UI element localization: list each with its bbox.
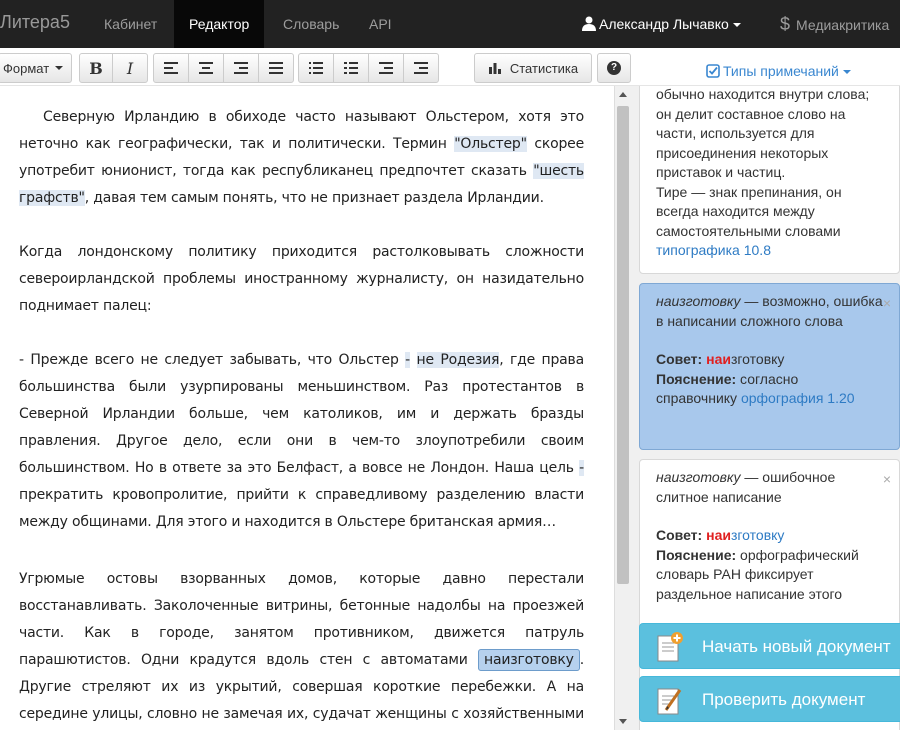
paragraph-3: - Прежде всего не следует забывать, что … xyxy=(19,347,584,536)
p3-text-a: - Прежде всего не следует забывать, что … xyxy=(19,352,406,368)
card1-line-6: Тире — знак препинания, он xyxy=(656,183,842,200)
bullet-list-button[interactable] xyxy=(298,53,334,83)
card3-advice-part-b: и xyxy=(722,527,731,543)
typography-ref-link[interactable]: типографика 10.8 xyxy=(656,242,771,258)
check-document-button[interactable]: Проверить документ xyxy=(639,676,900,722)
outdent-icon xyxy=(379,62,393,74)
card1-line-3: части, используется для xyxy=(656,125,815,141)
user-menu[interactable]: Александр Лычавко xyxy=(582,0,741,48)
align-right-icon xyxy=(234,62,248,74)
nav-editor[interactable]: Редактор xyxy=(174,0,265,48)
help-icon: ? xyxy=(607,61,621,75)
help-button[interactable]: ? xyxy=(597,53,631,83)
highlight-quote-1[interactable]: "Ольстер" xyxy=(454,136,527,152)
indent-button[interactable] xyxy=(403,53,439,83)
document-editor[interactable]: Северную Ирландию в обиходе часто называ… xyxy=(0,86,614,730)
numbered-list-button[interactable] xyxy=(333,53,369,83)
align-left-icon xyxy=(164,62,178,74)
card3-advice-part-c: зготовку xyxy=(730,527,785,543)
chevron-down-icon xyxy=(55,66,64,70)
bold-button[interactable]: B xyxy=(79,53,113,83)
scroll-up-arrow-icon[interactable] xyxy=(619,92,627,97)
card3-advice-part-a: на xyxy=(706,527,723,543)
user-name: Александр Лычавко xyxy=(599,16,729,32)
new-document-button[interactable]: Начать новый документ xyxy=(639,623,900,669)
card3-advice-label: Совет: xyxy=(656,527,703,543)
brand-logo[interactable]: Литера5 xyxy=(0,12,70,33)
card2-advice-part-a: на xyxy=(706,351,723,367)
paragraph-4: Угрюмые остовы взорванных домов, которые… xyxy=(19,566,584,730)
paragraph-1: Северную Ирландию в обиходе часто называ… xyxy=(19,104,584,212)
editor-scrollbar[interactable] xyxy=(614,86,631,730)
card1-line-1: обычно находится внутри слова; xyxy=(656,86,870,102)
p1-text-c: , давая тем самым понять, что не признае… xyxy=(84,190,544,206)
card1-line-7: всегда находится между xyxy=(656,203,815,219)
card2-expl-label: Пояснение: xyxy=(656,370,737,387)
orthography-ref-link[interactable]: орфография 1.20 xyxy=(741,390,855,406)
bullet-list-icon xyxy=(309,62,323,74)
dollar-icon: $ xyxy=(780,14,791,34)
p3-space xyxy=(410,352,417,368)
highlight-dash-2[interactable]: - xyxy=(579,460,584,476)
card3-expl-label: Пояснение: xyxy=(656,546,737,563)
card2-advice-part-c: зготовку xyxy=(730,351,785,367)
paragraph-2: Когда лондонскому политику приходится ра… xyxy=(19,244,584,314)
note-card-typography[interactable]: обычно находится внутри слова; он делит … xyxy=(639,86,900,274)
new-document-label: Начать новый документ xyxy=(702,637,891,656)
numbered-list-icon xyxy=(344,62,358,74)
nav-cabinet[interactable]: Кабинет xyxy=(104,0,157,48)
note-card-compound-word[interactable]: × наизготовку — возможно, ошибка в напис… xyxy=(639,283,900,450)
card2-advice-part-b: и xyxy=(722,351,731,367)
align-left-button[interactable] xyxy=(153,53,189,83)
mediacritic-label: Медиакритика xyxy=(796,17,890,33)
card1-line-4: присоединения некоторых xyxy=(656,144,829,161)
align-justify-button[interactable] xyxy=(258,53,294,83)
outdent-button[interactable] xyxy=(368,53,404,83)
check-document-label: Проверить документ xyxy=(702,690,866,709)
align-right-button[interactable] xyxy=(223,53,259,83)
chevron-down-icon xyxy=(732,23,741,28)
format-dropdown[interactable]: Формат xyxy=(0,53,72,83)
nav-dictionary[interactable]: Словарь xyxy=(283,0,339,48)
card2-advice-suggestion[interactable]: наизготовку xyxy=(706,351,784,367)
check-document-icon xyxy=(657,688,682,715)
p3-text-b: , где права большинства были узурпирован… xyxy=(19,352,584,476)
align-center-icon xyxy=(199,62,213,74)
card2-word: наизготовку xyxy=(656,293,741,309)
bar-chart-icon xyxy=(488,63,501,74)
indent-icon xyxy=(414,62,428,74)
nav-mediacritic[interactable]: $ Медиакритика xyxy=(780,0,889,48)
user-icon xyxy=(582,16,596,31)
align-center-button[interactable] xyxy=(188,53,224,83)
close-icon[interactable]: × xyxy=(883,294,891,314)
checkbox-checked-icon xyxy=(706,64,720,78)
card3-word: наизготовку xyxy=(656,469,741,485)
scroll-down-arrow-icon[interactable] xyxy=(619,719,627,724)
p3-text-c: прекратить кровопролитие, прийти к справ… xyxy=(19,487,584,530)
italic-button[interactable]: I xyxy=(112,53,148,83)
note-types-dropdown[interactable]: Типы примечаний xyxy=(702,60,855,82)
note-types-label: Типы примечаний xyxy=(723,63,839,79)
statistics-label: Статистика xyxy=(509,60,579,76)
card2-advice-label: Совет: xyxy=(656,351,703,367)
card3-advice-suggestion[interactable]: наизготовку xyxy=(706,527,784,543)
chevron-down-icon xyxy=(842,70,851,75)
nav-api[interactable]: API xyxy=(369,0,392,48)
highlight-not-rhodesia[interactable]: не Родезия xyxy=(416,352,499,368)
card1-line-8: самостоятельными словами xyxy=(656,222,841,239)
card1-line-2: он делит составное слово на xyxy=(656,105,846,122)
format-label: Формат xyxy=(3,60,50,76)
align-justify-icon xyxy=(269,62,283,74)
new-document-icon xyxy=(657,632,683,662)
statistics-button[interactable]: Статистика xyxy=(474,53,592,83)
close-icon[interactable]: × xyxy=(883,470,891,490)
scroll-thumb[interactable] xyxy=(617,106,629,584)
card1-line-5: приставок и частиц. xyxy=(656,164,786,180)
top-navbar: Литера5 Кабинет Редактор Словарь API Але… xyxy=(0,0,900,48)
highlight-selected-word[interactable]: наизготовку xyxy=(478,649,580,671)
